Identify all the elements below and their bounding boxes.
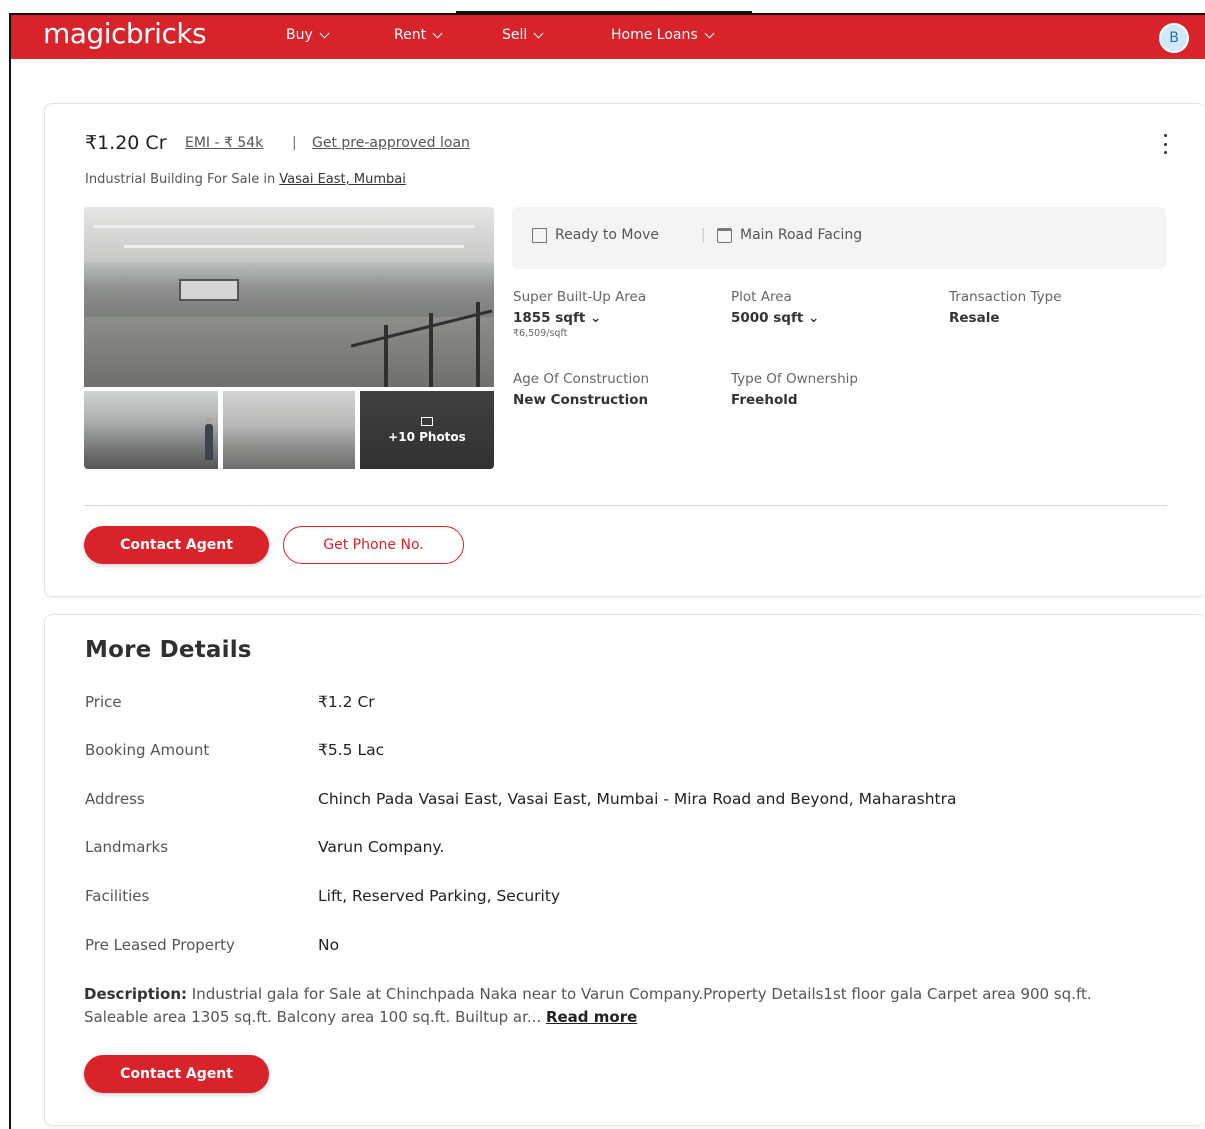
detail-label-price: Price xyxy=(85,693,122,711)
nav-buy-label: Buy xyxy=(286,27,313,43)
attr-value[interactable]: 5000 sqft ⌄ xyxy=(731,310,819,326)
nav-rent-label: Rent xyxy=(394,27,427,43)
attr-label: Plot Area xyxy=(731,289,792,305)
nav-rent[interactable]: Rent xyxy=(394,27,443,43)
window-top-tab xyxy=(456,0,752,13)
window-border-left xyxy=(9,13,11,1129)
more-photos-overlay: +10 Photos xyxy=(360,391,494,469)
nav-sell[interactable]: Sell xyxy=(502,27,544,43)
attr-label: Type Of Ownership xyxy=(731,371,858,387)
attr-value: Resale xyxy=(949,310,1000,326)
detail-value-price: ₹1.2 Cr xyxy=(318,693,375,711)
user-avatar[interactable]: B xyxy=(1159,23,1189,53)
tag-label: Ready to Move xyxy=(555,227,659,243)
more-details-title: More Details xyxy=(85,637,252,663)
nav-sell-label: Sell xyxy=(502,27,528,43)
description-label: Description: xyxy=(84,985,188,1003)
chevron-down-icon: ⌄ xyxy=(590,310,602,326)
property-price: ₹1.20 Cr xyxy=(85,132,167,154)
attr-value[interactable]: 1855 sqft ⌄ xyxy=(513,310,646,326)
photo-pipe xyxy=(94,225,474,228)
detail-value-pre-leased: No xyxy=(318,936,340,954)
more-details-card: More Details Price ₹1.2 Cr Booking Amoun… xyxy=(44,614,1205,1126)
chevron-down-icon: ⌄ xyxy=(808,310,820,326)
attr-type-of-ownership: Type Of Ownership Freehold xyxy=(731,371,858,408)
attr-age-of-construction: Age Of Construction New Construction xyxy=(513,371,649,408)
more-options-icon[interactable] xyxy=(1160,134,1170,154)
highlights-bar: Ready to Move | Main Road Facing xyxy=(512,207,1166,269)
nav-buy[interactable]: Buy xyxy=(286,27,330,43)
attr-label: Transaction Type xyxy=(949,289,1062,305)
chevron-down-icon xyxy=(319,28,330,38)
property-card: ₹1.20 Cr EMI - ₹ 54k | Get pre-approved … xyxy=(44,103,1205,597)
photo-pipe xyxy=(124,245,464,248)
property-type-text: Industrial Building For Sale in xyxy=(85,172,276,187)
price-separator: | xyxy=(292,135,297,151)
attr-label: Age Of Construction xyxy=(513,371,650,387)
tag-main-road-facing: Main Road Facing xyxy=(717,227,862,243)
photo-thumbnail[interactable] xyxy=(223,391,355,469)
detail-label-facilities: Facilities xyxy=(85,887,150,905)
photo-window xyxy=(179,279,239,301)
attr-sub: ₹6,509/sqft xyxy=(513,328,568,339)
attr-transaction-type: Transaction Type Resale xyxy=(949,289,1062,326)
get-phone-button[interactable]: Get Phone No. xyxy=(283,526,464,564)
emi-link[interactable]: EMI - ₹ 54k xyxy=(185,135,263,151)
main-photo[interactable] xyxy=(84,207,494,387)
preapproved-loan-link[interactable]: Get pre-approved loan xyxy=(312,135,470,151)
contact-agent-button[interactable]: Contact Agent xyxy=(84,1055,269,1093)
photo-ceiling xyxy=(84,207,494,262)
photo-railing xyxy=(429,313,433,387)
photo-railing xyxy=(476,302,480,387)
tag-label: Main Road Facing xyxy=(740,227,863,243)
more-photos-label: +10 Photos xyxy=(388,429,466,444)
attr-plot-area: Plot Area 5000 sqft ⌄ xyxy=(731,289,819,326)
contact-agent-button[interactable]: Contact Agent xyxy=(84,526,269,564)
detail-label-landmarks: Landmarks xyxy=(85,838,169,856)
chevron-down-icon xyxy=(704,28,715,38)
photo-railing xyxy=(384,325,388,387)
detail-value-address: Chinch Pada Vasai East, Vasai East, Mumb… xyxy=(318,790,957,808)
attr-value-text: 1855 sqft xyxy=(513,310,586,326)
site-header: magicbricks Buy Rent Sell Home Loans B xyxy=(11,15,1205,59)
photo-thumbnail[interactable] xyxy=(84,391,218,469)
detail-label-booking: Booking Amount xyxy=(85,741,210,759)
description: Description: Industrial gala for Sale at… xyxy=(84,983,1159,1029)
site-logo[interactable]: magicbricks xyxy=(43,17,207,50)
tag-separator: | xyxy=(701,227,706,243)
attr-value: New Construction xyxy=(513,392,649,408)
chevron-down-icon xyxy=(432,28,443,38)
property-subtitle: Industrial Building For Sale in Vasai Eas… xyxy=(85,172,406,187)
read-more-link[interactable]: Read more xyxy=(546,1008,637,1026)
chevron-down-icon xyxy=(533,28,544,38)
photo-icon xyxy=(421,416,433,426)
location-link[interactable]: Vasai East, Mumbai xyxy=(279,172,406,187)
attr-value: Freehold xyxy=(731,392,798,408)
building-icon xyxy=(532,227,547,243)
detail-label-address: Address xyxy=(85,790,145,808)
road-icon xyxy=(717,227,732,243)
attr-super-built-up-area: Super Built-Up Area 1855 sqft ⌄ ₹6,509/s… xyxy=(513,289,646,339)
detail-value-booking: ₹5.5 Lac xyxy=(318,741,385,759)
detail-value-landmarks: Varun Company. xyxy=(318,838,445,856)
tag-ready-to-move: Ready to Move xyxy=(532,227,659,243)
more-photos-thumbnail[interactable]: +10 Photos xyxy=(360,391,494,469)
nav-home-loans-label: Home Loans xyxy=(611,27,698,43)
photo-person xyxy=(205,417,213,460)
attr-label: Super Built-Up Area xyxy=(513,289,647,305)
card-divider xyxy=(84,505,1167,506)
detail-value-facilities: Lift, Reserved Parking, Security xyxy=(318,887,561,905)
nav-home-loans[interactable]: Home Loans xyxy=(611,27,715,43)
attr-value-text: 5000 sqft xyxy=(731,310,804,326)
detail-label-pre-leased: Pre Leased Property xyxy=(85,936,235,954)
